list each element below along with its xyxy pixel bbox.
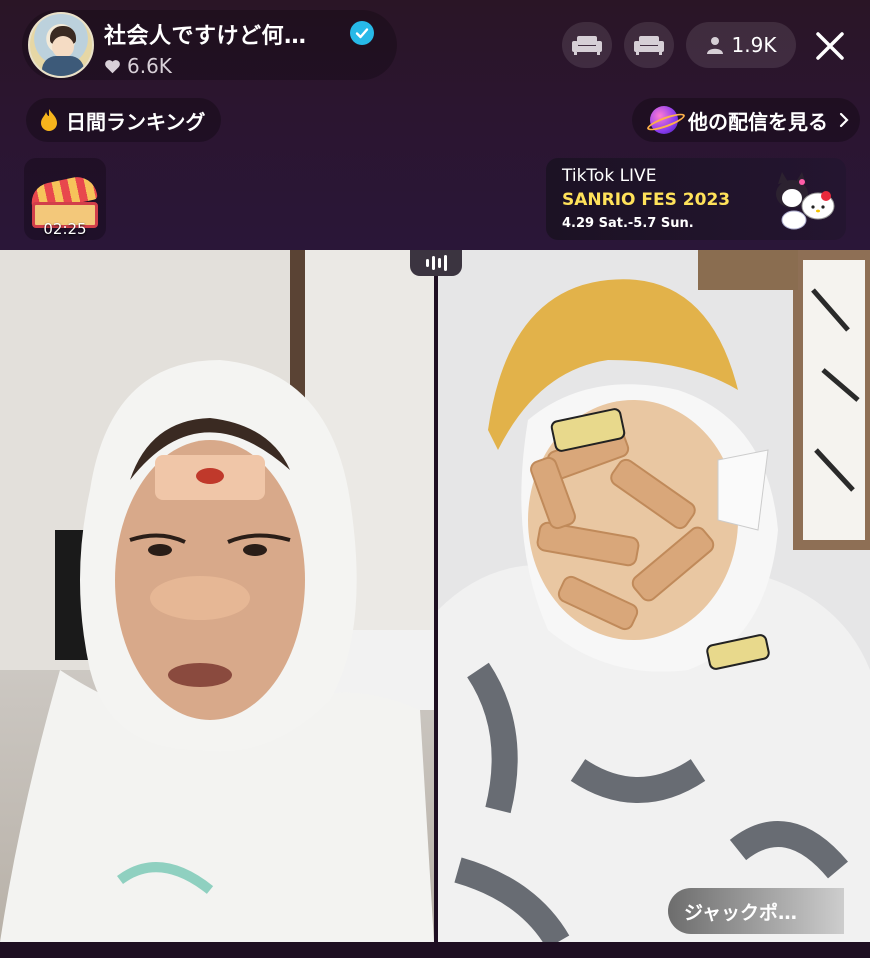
close-button[interactable] [808,24,852,68]
sanrio-characters-icon [776,172,835,230]
person-icon [706,37,723,54]
bottom-edge [0,942,870,958]
treasure-box-button[interactable]: 02:25 [24,158,106,240]
likes-value: 6.6K [127,54,172,78]
daily-ranking-button[interactable]: 日間ランキング [26,98,222,142]
left-streamer-image [0,250,434,942]
host-name[interactable]: 社会人ですけど何… [104,18,307,50]
treasure-timer: 02:25 [43,220,87,238]
viewer-count: 1.9K [731,33,777,57]
verified-badge-icon [350,21,374,45]
banner-dates: 4.29 Sat.-5.7 Sun. [562,216,694,231]
right-streamer-image [438,250,870,942]
heart-icon [105,59,120,73]
viewer-count-button[interactable]: 1.9K [686,22,796,68]
chevron-right-icon [839,112,849,128]
couch-button-2[interactable] [624,22,674,68]
flame-icon [41,109,57,131]
banner-event: SANRIO FES 2023 [562,190,731,210]
host-avatar[interactable] [28,12,94,78]
sanrio-fes-banner[interactable]: TikTok LIVE SANRIO FES 2023 4.29 Sat.-5.… [546,158,846,240]
couch-icon [634,36,664,55]
couch-button-1[interactable] [562,22,612,68]
other-streams-label: 他の配信を見る [688,109,828,134]
ranking-label: 日間ランキング [66,109,206,134]
audio-indicator-icon[interactable] [410,250,462,276]
close-icon [816,32,844,60]
jackpot-button[interactable]: ジャックポ… [668,888,844,934]
likes-count: 6.6K [104,54,172,78]
planet-icon [650,106,678,134]
other-streams-button[interactable]: 他の配信を見る [632,98,860,142]
couch-icon [572,36,602,55]
right-video-feed[interactable] [438,250,870,942]
banner-title: TikTok LIVE [562,166,657,186]
left-video-feed[interactable] [0,250,434,942]
